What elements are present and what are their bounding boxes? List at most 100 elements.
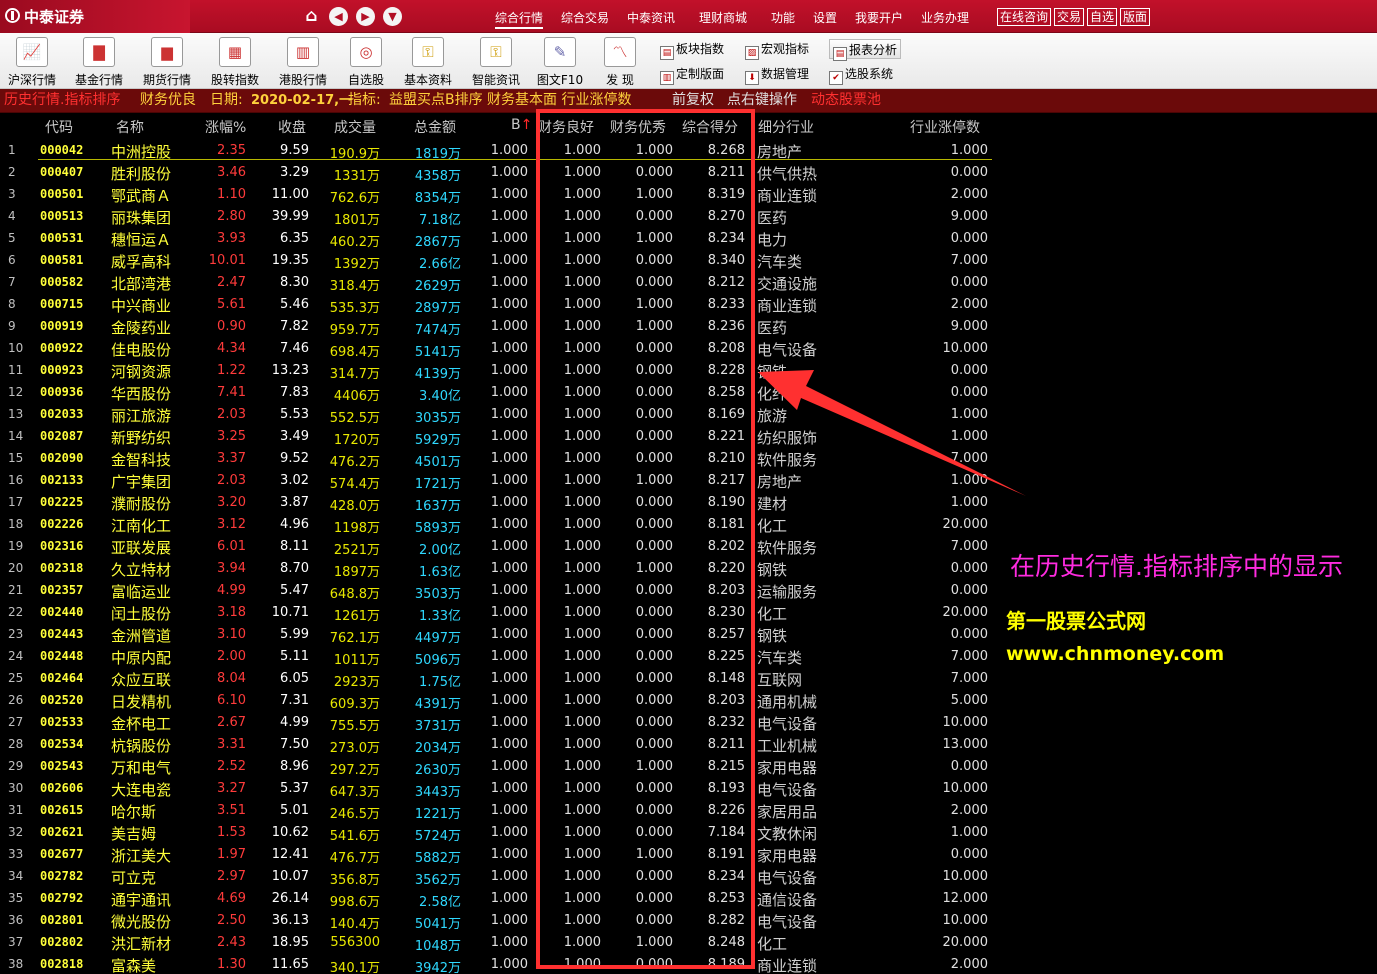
table-row[interactable]: 9 000919 金陵药业 0.90 7.82 959.7万 7474万 1.000 1.000… (0, 316, 1000, 338)
table-row[interactable]: 19 002316 亚联发展 6.01 8.11 2521万 2.00亿 1.000 1.000… (0, 536, 1000, 558)
home-icon[interactable]: ⌂ (302, 7, 321, 26)
menu-mall[interactable]: 理财商城 (699, 9, 747, 26)
table-row[interactable]: 24 002448 中原内配 2.00 5.11 1011万 5096万 1.000 1.000… (0, 646, 1000, 668)
col-header-code[interactable]: 代码 (45, 117, 73, 137)
change-pct: 0.90 (217, 319, 246, 334)
amount: 4501万 (414, 455, 461, 470)
key-icon: ⚿ (412, 37, 444, 67)
table-row[interactable]: 21 002357 富临运业 4.99 5.47 648.8万 3503万 1.000 1.00… (0, 580, 1000, 602)
report-analysis-button[interactable]: ▤ 报表分析 (829, 39, 902, 61)
stock-code: 002533 (40, 715, 84, 729)
table-row[interactable]: 8 000715 中兴商业 5.61 5.46 535.3万 2897万 1.000 1.000… (0, 294, 1000, 316)
table-row[interactable]: 2 000407 胜利股份 3.46 3.29 1331万 4358万 1.000 1.000 0… (0, 162, 1000, 184)
menu-news[interactable]: 中泰资讯 (627, 9, 675, 26)
menu-business[interactable]: 业务办理 (921, 9, 969, 26)
tool-hk-quotes[interactable]: ▥ 港股行情 (273, 36, 333, 88)
sector-index-button[interactable]: ▤ 板块指数 (660, 39, 724, 60)
table-row[interactable]: 32 002621 美吉姆 1.53 10.62 541.6万 5724万 1.000 1.00… (0, 822, 1000, 844)
table-row[interactable]: 4 000513 丽珠集团 2.80 39.99 1801万 7.18亿 1.000 1.000… (0, 206, 1000, 228)
table-row[interactable]: 5 000531 穗恒运Ａ 3.93 6.35 460.2万 2867万 1.000 1.000… (0, 228, 1000, 250)
table-row[interactable]: 33 002677 浙江美大 1.97 12.41 476.7万 5882万 1.000 1.0… (0, 844, 1000, 866)
tool-watchlist[interactable]: ◎ 自选股 (336, 36, 396, 88)
table-row[interactable]: 15 002090 金智科技 3.37 9.52 476.2万 4501万 1.000 1.00… (0, 448, 1000, 470)
tool-sh-sz-quotes[interactable]: 📈 沪深行情 (2, 36, 62, 88)
table-row[interactable]: 30 002606 大连电瓷 3.27 5.37 647.3万 3443万 1.000 1.00… (0, 778, 1000, 800)
amount: 1.75亿 (419, 675, 461, 690)
tool-f10[interactable]: ✎ 图文F10 (530, 36, 590, 88)
forward-icon[interactable]: ▶ (356, 7, 375, 26)
col-header-b[interactable]: B↑ (511, 117, 532, 133)
view-mode-label[interactable]: 历史行情.指标排序 (4, 89, 120, 112)
date-value[interactable]: 2020-02-17,一 (251, 89, 352, 112)
table-row[interactable]: 11 000923 河钢资源 1.22 13.23 314.7万 4139万 1.000 1.0… (0, 360, 1000, 382)
industry-limit-up: 10.000 (942, 341, 989, 356)
stock-screener-button[interactable]: ✔ 选股系统 (829, 64, 893, 85)
table-row[interactable]: 12 000936 华西股份 7.41 7.83 4406万 3.40亿 1.000 1.000… (0, 382, 1000, 404)
stock-code: 002226 (40, 517, 84, 531)
table-row[interactable]: 29 002543 万和电气 2.52 8.96 297.2万 2630万 1.000 1.00… (0, 756, 1000, 778)
data-management-button[interactable]: ⬇ 数据管理 (745, 64, 809, 85)
stock-code: 000922 (40, 341, 84, 355)
table-row[interactable]: 25 002464 众应互联 8.04 6.05 2923万 1.75亿 1.000 1.000… (0, 668, 1000, 690)
tool-discover[interactable]: 〽发 现 (590, 36, 650, 88)
volume: 476.7万 (329, 851, 380, 866)
tool-smart-news[interactable]: ⚿ 智能资讯 (466, 36, 526, 88)
col-header-name[interactable]: 名称 (116, 117, 144, 137)
layout-button[interactable]: 版面 (1120, 8, 1151, 26)
table-row[interactable]: 18 002226 江南化工 3.12 4.96 1198万 5893万 1.000 1.000… (0, 514, 1000, 536)
macro-indicator-button[interactable]: ▨ 宏观指标 (745, 39, 809, 60)
table-row[interactable]: 16 002133 广宇集团 2.03 3.02 574.4万 1721万 1.000 1.00… (0, 470, 1000, 492)
menu-open-account[interactable]: 我要开户 (855, 9, 903, 26)
table-row[interactable]: 27 002533 金杯电工 2.67 4.99 755.5万 3731万 1.000 1.00… (0, 712, 1000, 734)
table-row[interactable]: 14 002087 新野纺织 3.25 3.49 1720万 5929万 1.000 1.000… (0, 426, 1000, 448)
col-header-amount[interactable]: 总金额 (414, 117, 456, 137)
industry: 供气供热 (757, 165, 818, 183)
table-row[interactable]: 37 002802 洪汇新材 2.43 18.95 556300 1048万 1.000 1.0… (0, 932, 1000, 954)
financial-filter-label[interactable]: 财务优良 (140, 89, 196, 112)
table-row[interactable]: 13 002033 丽江旅游 2.03 5.53 552.5万 3035万 1.000 1.00… (0, 404, 1000, 426)
table-row[interactable]: 28 002534 杭锅股份 3.31 7.50 273.0万 2034万 1.000 1.00… (0, 734, 1000, 756)
table-row[interactable]: 10 000922 佳电股份 4.34 7.46 698.4万 5141万 1.000 1.00… (0, 338, 1000, 360)
amount: 2630万 (414, 763, 461, 778)
online-consult-button[interactable]: 在线咨询 (997, 8, 1052, 26)
menu-trade[interactable]: 综合交易 (561, 9, 609, 26)
table-row[interactable]: 31 002615 哈尔斯 3.51 5.01 246.5万 1221万 1.000 1.000… (0, 800, 1000, 822)
industry-limit-up: 0.000 (950, 165, 988, 180)
col-header-change-pct[interactable]: 涨幅% (205, 117, 246, 137)
table-row[interactable]: 38 002818 富森美 1.30 11.65 340.1万 3942万 1.000 1.00… (0, 954, 1000, 974)
table-row[interactable]: 34 002782 可立克 2.97 10.07 356.8万 3562万 1.000 1.00… (0, 866, 1000, 888)
industry: 电气设备 (757, 913, 818, 931)
tool-fund-quotes[interactable]: ▇ 基金行情 (69, 36, 129, 88)
custom-layout-button[interactable]: ▥ 定制版面 (660, 64, 724, 85)
dropdown-icon[interactable]: ▼ (383, 7, 402, 26)
dynamic-pool-label[interactable]: 动态股票池 (811, 89, 881, 112)
col-header-close[interactable]: 收盘 (278, 117, 306, 137)
menu-settings[interactable]: 设置 (813, 9, 837, 26)
b-value: 1.000 (490, 957, 528, 972)
tool-futures-quotes[interactable]: ▆ 期货行情 (137, 36, 197, 88)
tool-neeq-index[interactable]: ▦ 股转指数 (205, 36, 265, 88)
data-icon: ⬇ (745, 71, 759, 85)
menu-functions[interactable]: 功能 (771, 9, 795, 26)
table-row[interactable]: 22 002440 闰土股份 3.18 10.71 1261万 1.33亿 1.000 1.00… (0, 602, 1000, 624)
table-row[interactable]: 7 000582 北部湾港 2.47 8.30 318.4万 2629万 1.000 1.000… (0, 272, 1000, 294)
table-row[interactable]: 6 000581 威孚高科 10.01 19.35 1392万 2.66亿 1.000 1.00… (0, 250, 1000, 272)
stock-code: 002464 (40, 671, 84, 685)
table-row[interactable]: 23 002443 金洲管道 3.10 5.99 762.1万 4497万 1.000 1.00… (0, 624, 1000, 646)
table-row[interactable]: 26 002520 日发精机 6.10 7.31 609.3万 4391万 1.000 1.00… (0, 690, 1000, 712)
col-header-industry-limit-up[interactable]: 行业涨停数 (910, 117, 980, 137)
stock-name: 哈尔斯 (111, 803, 157, 821)
table-row[interactable]: 35 002792 通宇通讯 4.69 26.14 998.6万 2.58亿 1.000 1.0… (0, 888, 1000, 910)
table-row[interactable]: 17 002225 濮耐股份 3.20 3.87 428.0万 1637万 1.000 1.00… (0, 492, 1000, 514)
col-header-volume[interactable]: 成交量 (334, 117, 376, 137)
table-row[interactable]: 20 002318 久立特材 3.94 8.70 1897万 1.63亿 1.000 1.000… (0, 558, 1000, 580)
back-icon[interactable]: ◀ (329, 7, 348, 26)
tool-basic-info[interactable]: ⚿ 基本资料 (398, 36, 458, 88)
watchlist-button[interactable]: 自选 (1087, 8, 1118, 26)
menu-market[interactable]: 综合行情 (495, 9, 544, 29)
trade-button[interactable]: 交易 (1054, 8, 1085, 26)
change-pct: 2.00 (217, 649, 246, 664)
col-header-industry[interactable]: 细分行业 (758, 117, 814, 137)
table-row[interactable]: 36 002801 微光股份 2.50 36.13 140.4万 5041万 1.000 1.0… (0, 910, 1000, 932)
table-row[interactable]: 3 000501 鄂武商Ａ 1.10 11.00 762.6万 8354万 1.000 1.00… (0, 184, 1000, 206)
